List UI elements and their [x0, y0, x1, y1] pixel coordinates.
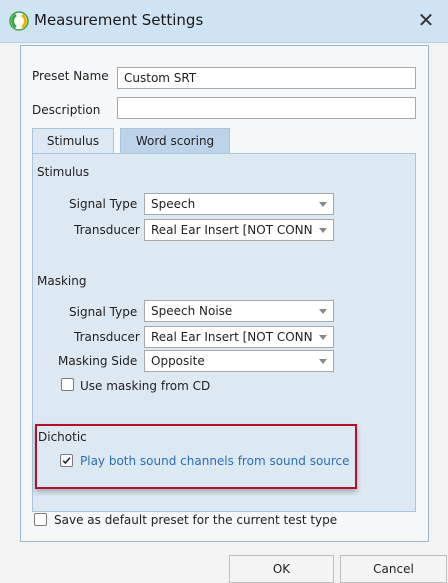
- tab-stimulus[interactable]: Stimulus: [32, 128, 114, 154]
- stimulus-signal-type-select[interactable]: Speech: [144, 193, 334, 215]
- chevron-down-icon: [319, 335, 327, 340]
- stimulus-transducer-label: Transducer: [74, 223, 140, 237]
- stimulus-signal-type-label: Signal Type: [69, 197, 138, 211]
- masking-side-label: Masking Side: [58, 354, 138, 368]
- masking-transducer-select[interactable]: Real Ear Insert [NOT CONN: [144, 326, 334, 348]
- tab-word-scoring[interactable]: Word scoring: [120, 128, 230, 154]
- stimulus-signal-type-value: Speech: [151, 197, 196, 211]
- window-title: Measurement Settings: [34, 11, 204, 29]
- chevron-down-icon: [319, 202, 327, 207]
- save-default-label: Save as default preset for the current t…: [54, 513, 338, 527]
- app-logo-icon: [9, 11, 29, 31]
- ok-button[interactable]: OK: [229, 555, 334, 583]
- masking-transducer-label: Transducer: [74, 330, 140, 344]
- masking-signal-type-value: Speech Noise: [151, 304, 233, 318]
- title-bar: Measurement Settings ✕: [0, 0, 448, 43]
- chevron-down-icon: [319, 359, 327, 364]
- use-masking-cd-label: Use masking from CD: [80, 379, 211, 393]
- masking-signal-type-label: Signal Type: [69, 305, 138, 319]
- masking-side-value: Opposite: [151, 354, 205, 368]
- dichotic-heading: Dichotic: [38, 430, 87, 444]
- cancel-button[interactable]: Cancel: [340, 555, 447, 583]
- preset-name-label: Preset Name: [32, 69, 109, 83]
- stimulus-heading: Stimulus: [37, 165, 90, 179]
- chevron-down-icon: [319, 228, 327, 233]
- play-both-checkbox[interactable]: [60, 454, 73, 467]
- description-label: Description: [32, 103, 101, 117]
- close-icon[interactable]: ✕: [412, 6, 440, 34]
- play-both-label: Play both sound channels from sound sour…: [80, 454, 350, 468]
- preset-name-input[interactable]: Custom SRT: [117, 67, 416, 89]
- description-input[interactable]: [117, 97, 416, 119]
- use-masking-cd-checkbox[interactable]: [61, 378, 74, 391]
- masking-side-select[interactable]: Opposite: [144, 350, 334, 372]
- chevron-down-icon: [319, 309, 327, 314]
- save-default-checkbox[interactable]: [34, 513, 47, 526]
- masking-heading: Masking: [37, 274, 87, 288]
- checkmark-icon: [62, 457, 71, 465]
- stimulus-transducer-select[interactable]: Real Ear Insert [NOT CONN: [144, 219, 334, 241]
- masking-transducer-value: Real Ear Insert [NOT CONN: [151, 330, 313, 344]
- stimulus-transducer-value: Real Ear Insert [NOT CONN: [151, 223, 313, 237]
- masking-signal-type-select[interactable]: Speech Noise: [144, 300, 334, 322]
